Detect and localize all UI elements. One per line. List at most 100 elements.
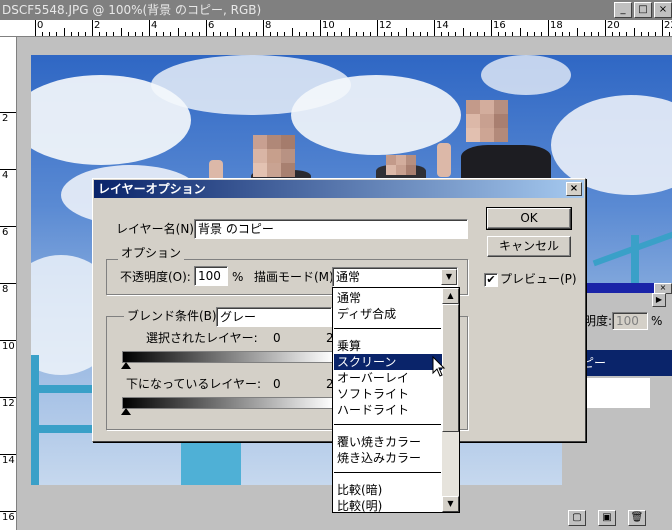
scroll-up-button[interactable]: ▲ [442,288,459,304]
ruler-minor-tick [555,32,557,36]
ruler-minor-tick [163,32,165,36]
ruler-minor-tick [640,32,642,36]
ok-button[interactable]: OK [486,207,572,230]
layer-row[interactable] [582,378,650,408]
ruler-label: 4 [2,170,9,181]
layers-opacity-label: 明度: [584,314,613,328]
new-layer-icon[interactable]: ▣ [598,510,616,526]
ruler-label: 2 [94,20,101,31]
ruler-minor-tick [63,28,65,36]
blend-mode-option[interactable]: ディザ合成 [337,306,396,322]
maximize-button[interactable]: □ [634,2,652,18]
minimize-button[interactable]: _ [614,2,632,18]
ruler-minor-tick [633,28,635,36]
blend-mode-option[interactable]: 覆い焼きカラー [337,434,421,450]
ruler-minor-tick [198,32,200,36]
ruler-minor-tick [134,32,136,36]
ruler-label: 18 [550,20,563,31]
this-layer-gradient-slider[interactable] [122,351,334,363]
ruler-minor-tick [362,32,364,36]
cancel-button[interactable]: キャンセル [487,236,571,257]
layer-mask-icon[interactable]: ▢ [568,510,586,526]
playground-frame [181,440,241,485]
document-close-button[interactable]: × [654,2,672,18]
ruler-minor-tick [42,32,44,36]
blend-mode-option[interactable]: ソフトライト [337,386,409,402]
horizontal-ruler[interactable]: 0 2 4 6 8 10 12 14 16 18 20 22 [0,20,672,37]
delete-layer-icon[interactable]: 🗑 [628,510,646,526]
ruler-tick [605,20,606,36]
ruler-tick [35,20,36,36]
ruler-minor-tick [412,32,414,36]
layer-name-label: レイヤー名(N): [116,222,199,236]
opacity-input[interactable]: 100 [194,266,228,286]
panel-menu-arrow-icon[interactable]: ▶ [652,293,666,307]
layer-row-selected[interactable]: ピー [582,350,672,376]
ruler-minor-tick [191,32,193,36]
ruler-tick [149,20,150,36]
layers-opacity-input[interactable]: 100 [612,312,648,330]
ruler-minor-tick [70,32,72,36]
ruler-label: 22 [664,20,672,31]
ruler-minor-tick [312,32,314,36]
underlying-layer-black-handle[interactable] [121,408,131,415]
ruler-minor-tick [576,28,578,36]
ruler-minor-tick [419,32,421,36]
blend-mode-option[interactable]: ハードライト [337,402,409,418]
ruler-minor-tick [327,32,329,36]
ruler-minor-tick [612,32,614,36]
ruler-minor-tick [177,28,179,36]
scroll-down-button[interactable]: ▼ [442,496,459,512]
mouse-cursor-icon [432,356,446,377]
ruler-minor-tick [405,28,407,36]
ruler-tick [548,20,549,36]
blend-mode-dropdown-list[interactable]: 通常 ディザ合成乗算 スクリーン オーバーレイ ソフトライト ハードライト 覆い焼きカラー焼… [332,287,460,513]
preview-label[interactable]: プレビュー(P) [500,272,577,286]
ruler-label: 4 [151,20,158,31]
blend-mode-option[interactable]: オーバーレイ [337,370,409,386]
document-title-bar[interactable]: DSCF5548.JPG @ 100%(背景 のコピー, RGB) [0,0,672,20]
ruler-minor-tick [277,32,279,36]
blend-mode-option[interactable]: 比較(明) [337,498,382,512]
blend-mode-option[interactable]: 焼き込みカラー [337,450,421,466]
preview-checkbox[interactable]: ✔ [484,273,498,287]
ruler-minor-tick [141,32,143,36]
ruler-minor-tick [298,32,300,36]
this-layer-label: 選択されたレイヤー: [146,331,258,345]
ruler-minor-tick [248,32,250,36]
vertical-ruler[interactable]: 2 4 6 8 10 12 14 16 [0,37,17,530]
ruler-label: 14 [436,20,449,31]
ruler-tick [263,20,264,36]
ruler-minor-tick [519,28,521,36]
underlying-layer-gradient-slider[interactable] [122,397,334,409]
this-layer-black-handle[interactable] [121,362,131,369]
dialog-title-bar[interactable]: レイヤーオプション [94,180,584,198]
blend-mode-option[interactable]: 乗算 [337,338,361,354]
dropdown-separator [334,424,441,425]
blend-mode-select[interactable]: 通常 [332,267,458,287]
ruler-minor-tick [341,32,343,36]
ruler-label: 2 [2,113,9,124]
ruler-label: 14 [2,455,15,466]
ruler-minor-tick [669,32,671,36]
layer-name-input[interactable]: 背景 のコピー [194,219,468,239]
ruler-minor-tick [540,32,542,36]
blend-if-select[interactable]: グレー [216,307,332,327]
ruler-label: 6 [208,20,215,31]
ruler-minor-tick [533,32,535,36]
ruler-minor-tick [384,32,386,36]
dropdown-separator [334,472,441,473]
ruler-tick [491,20,492,36]
ruler-minor-tick [647,32,649,36]
ruler-minor-tick [77,32,79,36]
ruler-minor-tick [619,32,621,36]
blend-mode-option[interactable]: 通常 [337,290,361,306]
blend-mode-option[interactable]: 比較(暗) [337,482,382,498]
ruler-tick [662,20,663,36]
ruler-minor-tick [569,32,571,36]
ruler-minor-tick [156,32,158,36]
blend-mode-dropdown-arrow-icon[interactable]: ▼ [441,269,457,285]
dialog-close-button[interactable]: × [566,182,582,196]
ruler-label: 10 [2,341,15,352]
blend-mode-option[interactable]: スクリーン [334,354,444,370]
